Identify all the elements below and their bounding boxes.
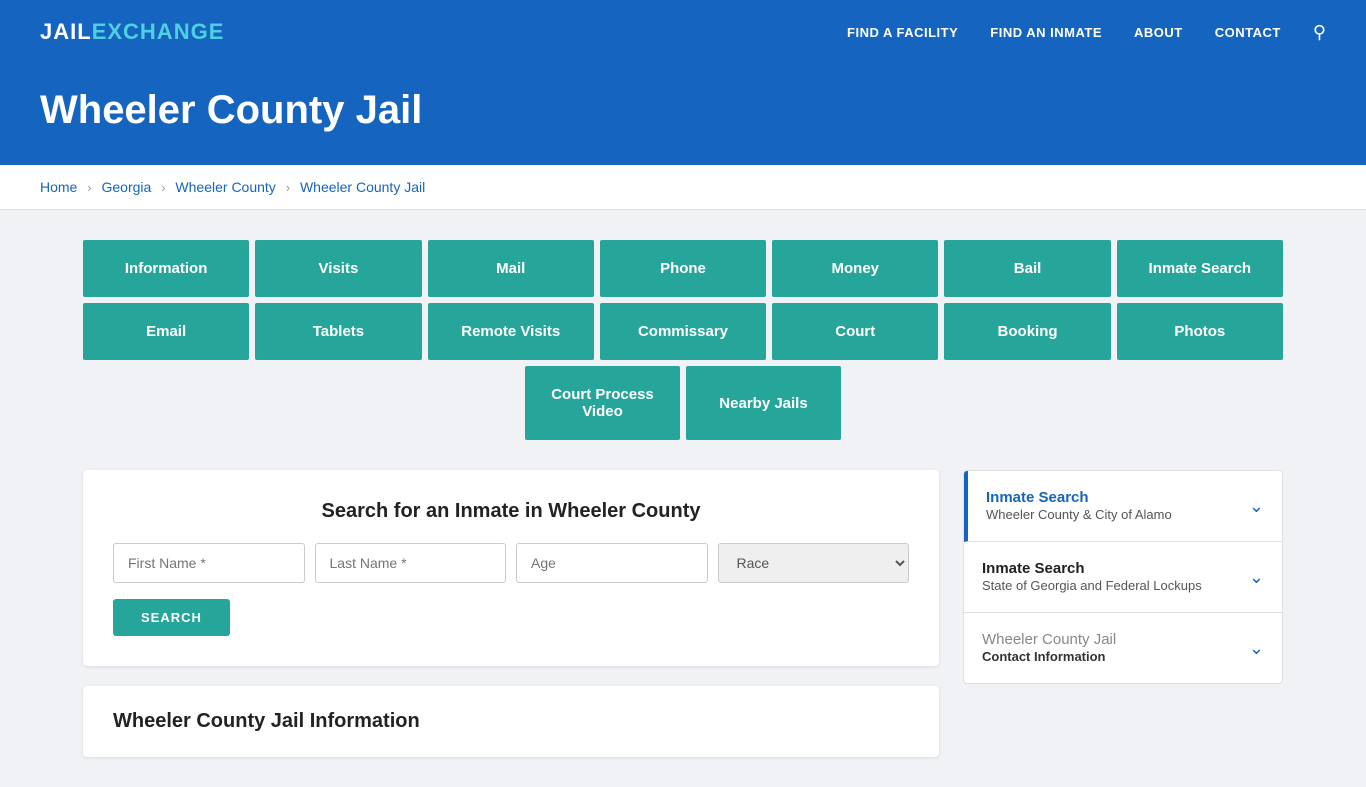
- button-row-3: Court Process Video Nearby Jails: [83, 366, 1283, 440]
- btn-tablets[interactable]: Tablets: [255, 303, 421, 360]
- sidebar-label-1: Inmate Search: [986, 489, 1172, 506]
- breadcrumb-georgia[interactable]: Georgia: [101, 179, 151, 195]
- main-content: Information Visits Mail Phone Money Bail…: [43, 210, 1323, 787]
- btn-bail[interactable]: Bail: [944, 240, 1110, 297]
- body-layout: Search for an Inmate in Wheeler County R…: [83, 470, 1283, 757]
- sidebar-item-text-3: Wheeler County Jail Contact Information: [982, 631, 1116, 665]
- search-icon[interactable]: ⚲: [1313, 22, 1326, 43]
- sidebar-item-inmate-search-georgia[interactable]: Inmate Search State of Georgia and Feder…: [964, 542, 1282, 613]
- btn-money[interactable]: Money: [772, 240, 938, 297]
- sidebar-item-contact-info[interactable]: Wheeler County Jail Contact Information …: [964, 613, 1282, 683]
- breadcrumb-sep-3: ›: [286, 180, 290, 195]
- breadcrumb-wheeler-county[interactable]: Wheeler County: [175, 179, 275, 195]
- search-button[interactable]: SEARCH: [113, 599, 230, 636]
- age-input[interactable]: [516, 543, 708, 583]
- btn-inmate-search[interactable]: Inmate Search: [1117, 240, 1283, 297]
- button-row-1: Information Visits Mail Phone Money Bail…: [83, 240, 1283, 297]
- info-section: Wheeler County Jail Information: [83, 686, 939, 757]
- site-header: JAILEXCHANGE FIND A FACILITY FIND AN INM…: [0, 0, 1366, 64]
- sidebar: Inmate Search Wheeler County & City of A…: [963, 470, 1283, 684]
- btn-mail[interactable]: Mail: [428, 240, 594, 297]
- button-grid: Information Visits Mail Phone Money Bail…: [83, 240, 1283, 440]
- info-title: Wheeler County Jail Information: [113, 710, 909, 733]
- btn-commissary[interactable]: Commissary: [600, 303, 766, 360]
- nav-about[interactable]: ABOUT: [1134, 25, 1183, 40]
- sidebar-sublabel-1: Wheeler County & City of Alamo: [986, 507, 1172, 522]
- btn-phone[interactable]: Phone: [600, 240, 766, 297]
- search-form: Race: [113, 543, 909, 583]
- race-select[interactable]: Race: [718, 543, 910, 583]
- btn-booking[interactable]: Booking: [944, 303, 1110, 360]
- nav-contact[interactable]: CONTACT: [1215, 25, 1281, 40]
- breadcrumb-wheeler-county-jail[interactable]: Wheeler County Jail: [300, 179, 425, 195]
- sidebar-item-inmate-search-wheeler[interactable]: Inmate Search Wheeler County & City of A…: [964, 471, 1282, 542]
- button-row-2: Email Tablets Remote Visits Commissary C…: [83, 303, 1283, 360]
- btn-information[interactable]: Information: [83, 240, 249, 297]
- chevron-down-icon-2: ⌄: [1249, 567, 1264, 588]
- sidebar-item-text-2: Inmate Search State of Georgia and Feder…: [982, 560, 1202, 594]
- sidebar-sublabel-2: State of Georgia and Federal Lockups: [982, 578, 1202, 593]
- breadcrumb: Home › Georgia › Wheeler County › Wheele…: [0, 165, 1366, 210]
- title-banner: Wheeler County Jail: [0, 64, 1366, 165]
- breadcrumb-sep-1: ›: [87, 180, 91, 195]
- search-title: Search for an Inmate in Wheeler County: [113, 500, 909, 523]
- page-title: Wheeler County Jail: [40, 88, 1326, 133]
- nav-find-inmate[interactable]: FIND AN INMATE: [990, 25, 1102, 40]
- chevron-down-icon-1: ⌄: [1249, 496, 1264, 517]
- logo-exchange: EXCHANGE: [92, 19, 225, 45]
- sidebar-item-text-1: Inmate Search Wheeler County & City of A…: [986, 489, 1172, 523]
- last-name-input[interactable]: [315, 543, 507, 583]
- btn-visits[interactable]: Visits: [255, 240, 421, 297]
- btn-photos[interactable]: Photos: [1117, 303, 1283, 360]
- breadcrumb-sep-2: ›: [161, 180, 165, 195]
- sidebar-label-2: Inmate Search: [982, 560, 1202, 577]
- btn-nearby-jails[interactable]: Nearby Jails: [686, 366, 841, 440]
- main-nav: FIND A FACILITY FIND AN INMATE ABOUT CON…: [847, 22, 1326, 43]
- nav-find-facility[interactable]: FIND A FACILITY: [847, 25, 958, 40]
- site-logo[interactable]: JAILEXCHANGE: [40, 19, 224, 45]
- btn-email[interactable]: Email: [83, 303, 249, 360]
- first-name-input[interactable]: [113, 543, 305, 583]
- logo-jail: JAIL: [40, 19, 92, 45]
- btn-remote-visits[interactable]: Remote Visits: [428, 303, 594, 360]
- sidebar-label-3: Wheeler County Jail: [982, 631, 1116, 648]
- chevron-down-icon-3: ⌄: [1249, 638, 1264, 659]
- btn-court[interactable]: Court: [772, 303, 938, 360]
- breadcrumb-home[interactable]: Home: [40, 179, 77, 195]
- left-column: Search for an Inmate in Wheeler County R…: [83, 470, 939, 757]
- sidebar-sublabel-3: Contact Information: [982, 649, 1106, 664]
- search-panel: Search for an Inmate in Wheeler County R…: [83, 470, 939, 666]
- btn-court-process-video[interactable]: Court Process Video: [525, 366, 680, 440]
